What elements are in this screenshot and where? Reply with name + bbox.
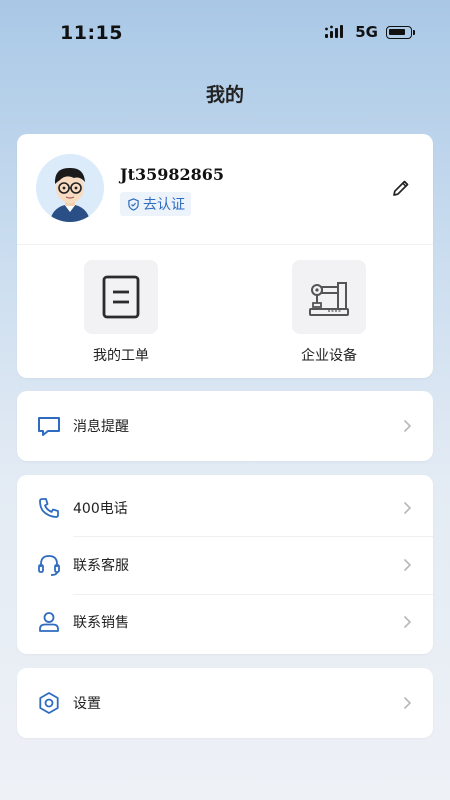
menu-item-label: 联系销售	[73, 615, 129, 631]
quick-label: 我的工单	[93, 348, 149, 364]
quick-icon-box	[292, 260, 366, 334]
settings-icon	[39, 692, 59, 714]
verify-label: 去认证	[143, 197, 185, 213]
message-reminder-item[interactable]: 消息提醒	[17, 397, 433, 455]
contact-sales-item[interactable]: 联系销售	[17, 593, 433, 651]
avatar[interactable]	[36, 154, 104, 222]
person-icon	[39, 612, 59, 632]
signal-icon	[325, 25, 344, 38]
contact-support-item[interactable]: 联系客服	[17, 536, 433, 594]
phone-icon	[39, 498, 59, 518]
page-title: 我的	[205, 84, 244, 106]
menu-item-label: 消息提醒	[73, 419, 129, 435]
battery-icon	[386, 25, 415, 39]
chevron-right-icon	[403, 558, 412, 572]
settings-item[interactable]: 设置	[17, 674, 433, 732]
shield-check-icon	[128, 197, 139, 211]
verify-button[interactable]: 去认证	[120, 192, 191, 216]
network-type: 5G	[355, 23, 378, 41]
menu-group-settings: 设置	[17, 668, 433, 738]
menu-item-label: 联系客服	[73, 558, 129, 574]
status-bar: 11:15 5G	[0, 0, 450, 60]
pencil-icon	[393, 180, 409, 196]
menu-item-label: 设置	[73, 696, 101, 712]
menu-group-contact: 400电话 联系客服 联系销售	[17, 475, 433, 654]
enterprise-equipment-button[interactable]: 企业设备	[259, 260, 399, 365]
profile-card: Jt35982865 去认证 我的工单 企业设备	[17, 134, 433, 378]
status-indicators: 5G	[325, 23, 415, 41]
chevron-right-icon	[403, 501, 412, 515]
quick-label: 企业设备	[301, 348, 357, 364]
chevron-right-icon	[403, 696, 412, 710]
message-icon	[38, 417, 60, 436]
chevron-right-icon	[403, 615, 412, 629]
headset-icon	[38, 555, 60, 576]
menu-group-messages: 消息提醒	[17, 391, 433, 461]
chevron-right-icon	[403, 419, 412, 433]
divider	[17, 244, 433, 245]
phone-400-item[interactable]: 400电话	[17, 479, 433, 537]
username: Jt35982865	[120, 165, 225, 184]
quick-icon-box	[84, 260, 158, 334]
equipment-icon	[309, 282, 349, 316]
my-work-orders-button[interactable]: 我的工单	[51, 260, 191, 365]
edit-profile-button[interactable]	[389, 176, 413, 200]
status-time: 11:15	[60, 22, 123, 44]
document-icon	[102, 275, 140, 319]
menu-item-label: 400电话	[73, 501, 128, 517]
